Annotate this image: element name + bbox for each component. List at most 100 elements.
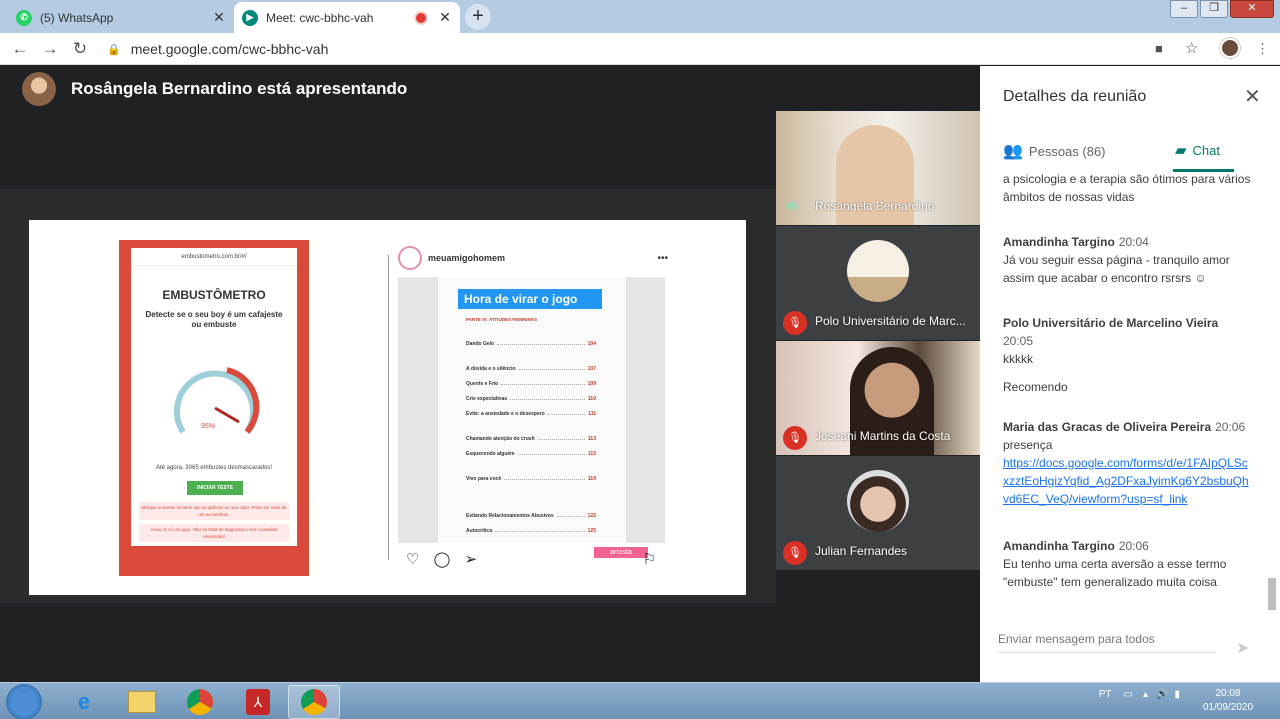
participant-tile[interactable]: 🎙 Joseani Martins da Costa [776,341,980,455]
participant-tile[interactable]: ılı Rosângela Bernardino [776,111,980,225]
form-link[interactable]: https://docs.google.com/forms/d/e/1FAIpQ… [1003,456,1249,506]
microphone-muted-icon: 🎙 [783,426,807,450]
start-button[interactable] [6,684,42,719]
system-tray: PT ▭ ▴ 🔊 ▮ [1099,689,1180,700]
message-time: 20:06 [1118,539,1149,553]
participant-avatar [847,470,909,532]
expand-tray-icon[interactable]: ▴ [1143,689,1148,700]
tab-meet[interactable]: ▶ Meet: cwc-bbhc-vah ✕ [234,2,460,33]
participant-name: Rosângela Bernardino [815,199,935,213]
chat-message: Amandinha Targino 20:06 Eu tenho uma cert… [1003,537,1253,591]
reload-icon[interactable]: ↻ [70,39,90,59]
post-banner: Hora de virar o jogo [458,289,602,309]
tab-title: Meet: cwc-bbhc-vah [266,10,374,25]
microphone-muted-icon: 🎙 [783,311,807,335]
lock-icon: 🔒 [107,43,121,56]
list-item: Crie expectativas 110 [466,396,596,402]
language-indicator[interactable]: PT [1099,689,1112,700]
tab-chat[interactable]: ▰ Chat [1175,141,1220,159]
embustometro-subtitle: Detecte se o seu boy é um cafajeste ou e… [145,310,283,329]
instagram-avatar [398,246,422,270]
browser-tab-bar: ✆ (5) WhatsApp ✕ ▶ Meet: cwc-bbhc-vah ✕ … [0,0,1280,33]
message-text: Eu tenho uma certa aversão a esse termo … [1003,557,1227,589]
participant-tile[interactable]: 🎙 Julian Fernandes [776,456,980,570]
participant-avatar [847,240,909,302]
close-window-button[interactable]: ✕ [1230,0,1274,18]
gauge-icon: 95% [174,367,260,434]
close-tab-icon[interactable]: ✕ [212,9,226,26]
presenter-avatar [22,72,56,106]
forward-icon[interactable]: → [40,39,60,59]
panel-title: Detalhes da reunião [1003,88,1147,105]
tab-title: (5) WhatsApp [40,10,114,25]
phone-address: embustometro.com.br/#/ [131,248,297,266]
chat-message: a psicologia e a terapia são ótimos para… [1003,173,1253,206]
list-item: Autocrítica 125 [466,528,596,534]
participant-tile[interactable]: 🎙 Polo Universitário de Marc... [776,226,980,340]
bookmark-icon: ⚐ [642,551,656,568]
tab-label: Chat [1192,142,1221,158]
new-tab-button[interactable]: + [465,4,491,30]
clock-time: 20:08 [1215,688,1241,699]
chat-messages: a psicologia e a terapia são ótimos para… [980,173,1265,613]
post-section: PARTE VI: ATITUDES FEMININAS [466,317,538,322]
chat-icon: ▰ [1175,142,1187,159]
camera-icon[interactable]: ■ [1155,41,1163,56]
list-item: Dando Gelo 104 [466,341,596,347]
network-icon[interactable]: ▮ [1174,689,1180,700]
message-time: 20:06 [1215,420,1246,434]
presentation-slide: embustometro.com.br/#/ EMBUSTÔMETRO Dete… [29,220,746,595]
meeting-details-panel: Detalhes da reunião ✕ 👥 Pessoas (86) ▰ C… [980,66,1280,682]
star-icon[interactable]: ☆ [1185,39,1198,57]
participant-name: Polo Universitário de Marc... [815,314,966,328]
message-time: 20:05 [1003,334,1034,348]
ie-icon[interactable]: e [58,685,110,719]
profile-avatar[interactable] [1220,38,1240,58]
gauge-value: 95% [201,423,215,430]
pdf-reader-icon[interactable]: ⅄ [232,685,284,719]
chat-message: Maria das Gracas de Oliveira Pereira 20:0… [1003,418,1253,508]
maximize-button[interactable]: ❐ [1200,0,1228,18]
tab-people[interactable]: 👥 Pessoas (86) [1003,141,1106,161]
chrome-active-icon[interactable] [288,685,340,719]
chrome-icon[interactable] [174,685,226,719]
menu-icon[interactable]: ⋮ [1256,41,1269,57]
tab-label: Pessoas (86) [1028,143,1106,159]
volume-icon[interactable]: 🔊 [1156,689,1168,700]
chat-scrollbar[interactable] [1268,578,1276,610]
close-tab-icon[interactable]: ✕ [438,9,452,26]
send-icon[interactable]: ➤ [1236,638,1249,658]
list-item: Esquecendo alguém 115 [466,451,596,457]
tab-whatsapp[interactable]: ✆ (5) WhatsApp ✕ [8,2,234,33]
window-controls: – ❐ ✕ [1168,0,1274,18]
message-text: a psicologia e a terapia são ótimos para… [1003,173,1251,204]
address-bar[interactable]: 🔒 meet.google.com/cwc-bbhc-vah [107,37,1207,61]
instagram-post: meuamigohomem ••• Hora de virar o jogo P… [398,240,668,580]
message-text: presença [1003,438,1053,452]
active-tab-indicator [1173,169,1234,172]
chat-message: Polo Universitário de Marcelino Vieira 2… [1003,314,1253,396]
message-text: kkkkk [1003,352,1033,366]
folder-icon[interactable] [116,685,168,719]
embustometro-title: EMBUSTÔMETRO [162,288,266,302]
microphone-muted-icon: 🎙 [783,541,807,565]
url-text: meet.google.com/cwc-bbhc-vah [130,41,329,57]
instagram-account: meuamigohomem [428,253,506,263]
close-icon[interactable]: ✕ [1244,84,1261,109]
message-author: Polo Universitário de Marcelino Vieira [1003,316,1219,330]
list-item: Quente e Frio 109 [466,381,596,387]
list-item: A dúvida e o silêncio 107 [466,366,596,372]
meet-icon: ▶ [242,9,258,26]
comment-icon: ◯ [433,551,451,568]
windows-taskbar: e ⅄ PT ▭ ▴ 🔊 ▮ 20:08 01/09/2020 [0,682,1280,719]
minimize-button[interactable]: – [1170,0,1198,18]
instagram-image: Hora de virar o jogo PARTE VI: ATITUDES … [398,277,665,558]
keyboard-icon[interactable]: ▭ [1124,689,1133,700]
chat-input[interactable]: Enviar mensagem para todos [998,632,1216,653]
warning-text: Aviso: É só um jogo. Não se trata de dia… [139,524,289,542]
clock[interactable]: 20:08 01/09/2020 [1196,687,1260,715]
people-icon: 👥 [1003,143,1023,160]
back-icon[interactable]: ← [10,39,30,59]
embustometro-phone: embustometro.com.br/#/ EMBUSTÔMETRO Dete… [119,240,309,576]
browser-toolbar: ← → ↻ 🔒 meet.google.com/cwc-bbhc-vah ■ ☆… [0,33,1280,65]
